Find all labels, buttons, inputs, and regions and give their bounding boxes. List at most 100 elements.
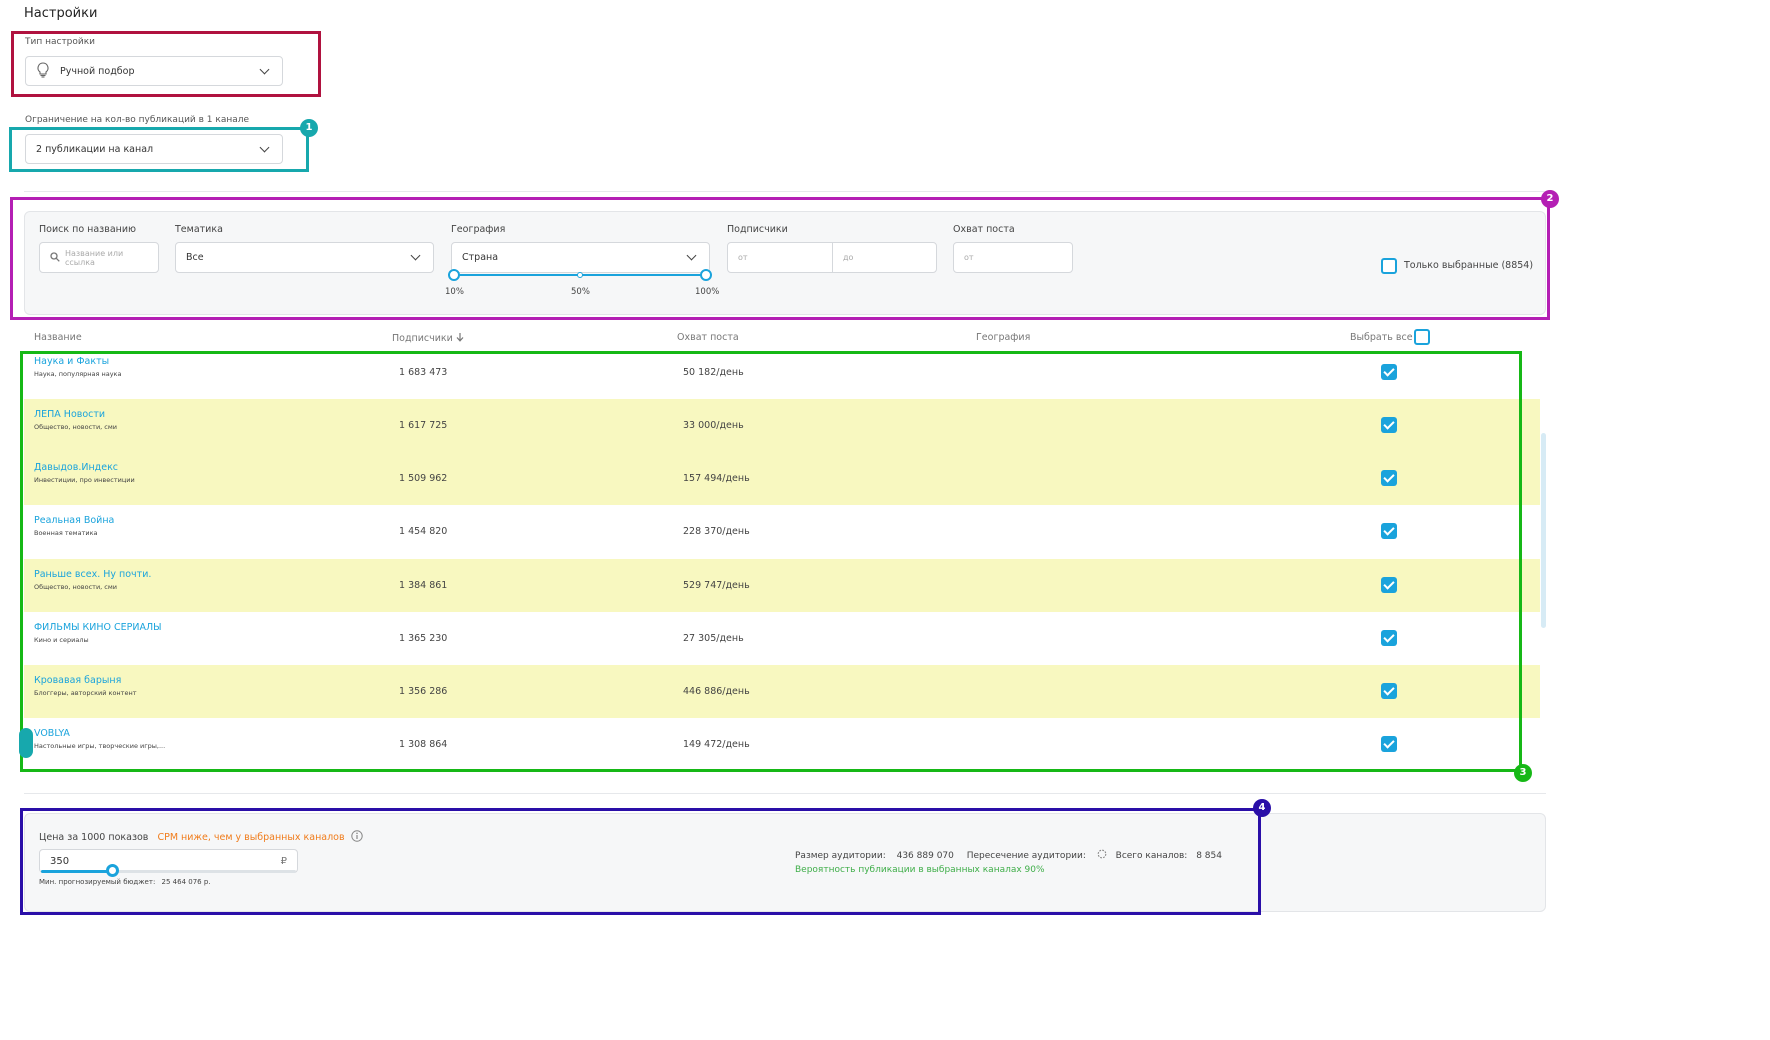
cpm-value: 350 bbox=[50, 855, 70, 867]
setup-type-value: Ручной подбор bbox=[60, 65, 135, 77]
row-select-checkbox[interactable] bbox=[1381, 577, 1397, 593]
row-select-checkbox[interactable] bbox=[1381, 630, 1397, 646]
reach-label: Охват поста bbox=[953, 224, 1015, 235]
annotation-badge: 3 bbox=[1514, 764, 1532, 782]
arrow-down-icon bbox=[456, 332, 464, 345]
search-input[interactable]: Название или ссылка bbox=[39, 242, 159, 273]
row-select-checkbox[interactable] bbox=[1381, 417, 1397, 433]
chevron-down-icon bbox=[686, 250, 697, 261]
divider bbox=[24, 191, 1546, 192]
row-select-checkbox[interactable] bbox=[1381, 364, 1397, 380]
table-row[interactable]: Реальная Война Военная тематика 1 454 820 2… bbox=[24, 505, 1540, 558]
channel-name-link[interactable]: Раньше всех. Ну почти. bbox=[34, 569, 151, 580]
post-reach: 157 494/день bbox=[683, 473, 750, 484]
geo-value: Страна bbox=[462, 252, 499, 263]
post-reach: 228 370/день bbox=[683, 526, 750, 537]
table-row[interactable]: Давыдов.Индекс Инвестиции, про инвестиции… bbox=[24, 452, 1540, 505]
channel-topic: Кино и сериалы bbox=[34, 636, 89, 644]
chevron-down-icon bbox=[410, 250, 421, 261]
limit-select[interactable]: 2 публикации на канал bbox=[25, 134, 283, 164]
audience-summary: Размер аудитории: 436 889 070 Пересечени… bbox=[795, 849, 1222, 862]
table-row[interactable]: Кровавая барыня Блоггеры, авторский конте… bbox=[24, 665, 1540, 718]
column-header-subscribers[interactable]: Подписчики bbox=[392, 332, 464, 345]
table-row[interactable]: ЛЕПА Новости Общество, новости, сми 1 617 … bbox=[24, 399, 1540, 452]
geo-slider-handle-min[interactable] bbox=[448, 269, 460, 281]
channel-topic: Военная тематика bbox=[34, 529, 98, 537]
geo-slider-tick bbox=[577, 272, 583, 278]
post-reach: 529 747/день bbox=[683, 580, 750, 591]
subscribers-count: 1 509 962 bbox=[399, 473, 448, 484]
subscribers-from-input[interactable]: от bbox=[727, 242, 833, 273]
setup-type-label: Тип настройки bbox=[25, 37, 96, 47]
table-row[interactable]: VOBLYA Настольные игры, творческие игры,.… bbox=[24, 718, 1540, 771]
column-header-name[interactable]: Название bbox=[34, 332, 82, 343]
post-reach: 149 472/день bbox=[683, 739, 750, 750]
subscribers-count: 1 384 861 bbox=[399, 580, 448, 591]
geo-slider-label: 50% bbox=[571, 287, 590, 297]
table-row[interactable]: Раньше всех. Ну почти. Общество, новости,… bbox=[24, 559, 1540, 612]
annotation-badge: 4 bbox=[1253, 799, 1271, 817]
channel-name-link[interactable]: ЛЕПА Новости bbox=[34, 409, 105, 420]
total-channels-value: 8 854 bbox=[1196, 851, 1222, 861]
row-select-checkbox[interactable] bbox=[1381, 523, 1397, 539]
cpm-warning: CPM ниже, чем у выбранных каналов bbox=[157, 832, 345, 843]
chevron-down-icon bbox=[259, 142, 270, 152]
info-icon[interactable] bbox=[350, 830, 363, 845]
limit-value: 2 публикации на канал bbox=[36, 143, 154, 155]
topic-select[interactable]: Все bbox=[175, 242, 434, 273]
channel-name-link[interactable]: Наука и Факты bbox=[34, 356, 109, 367]
annotation-badge: 2 bbox=[1541, 190, 1559, 208]
post-reach: 33 000/день bbox=[683, 420, 744, 431]
cpm-slider-fill bbox=[41, 870, 112, 873]
topic-value: Все bbox=[186, 252, 204, 263]
side-handle[interactable] bbox=[19, 728, 33, 758]
topic-label: Тематика bbox=[175, 224, 223, 235]
lightbulb-icon bbox=[36, 61, 60, 81]
only-selected-checkbox[interactable] bbox=[1381, 258, 1397, 274]
subscribers-count: 1 617 725 bbox=[399, 420, 448, 431]
column-header-reach[interactable]: Охват поста bbox=[677, 332, 739, 343]
channel-name-link[interactable]: Кровавая барыня bbox=[34, 675, 121, 686]
column-header-geo[interactable]: География bbox=[976, 332, 1030, 343]
channel-name-link[interactable]: VOBLYA bbox=[34, 728, 70, 739]
select-all-checkbox[interactable] bbox=[1414, 329, 1430, 345]
setup-type-select[interactable]: Ручной подбор bbox=[25, 56, 283, 86]
geo-label: География bbox=[451, 224, 506, 235]
post-reach: 27 305/день bbox=[683, 633, 744, 644]
geo-select[interactable]: Страна bbox=[451, 242, 710, 273]
row-select-checkbox[interactable] bbox=[1381, 736, 1397, 752]
pricing-panel: Цена за 1000 показов CPM ниже, чем у выб… bbox=[24, 813, 1546, 912]
post-reach: 446 886/день bbox=[683, 686, 750, 697]
table-row[interactable]: ФИЛЬМЫ КИНО СЕРИАЛЫ Кино и сериалы 1 365 2… bbox=[24, 612, 1540, 665]
geo-slider-label: 100% bbox=[695, 287, 720, 297]
table-row[interactable]: Наука и Факты Наука, популярная наука 1 68… bbox=[24, 346, 1540, 399]
row-select-checkbox[interactable] bbox=[1381, 683, 1397, 699]
subscribers-count: 1 365 230 bbox=[399, 633, 448, 644]
column-header-subscribers-label: Подписчики bbox=[392, 333, 453, 344]
min-budget-value: 25 464 076 р. bbox=[161, 878, 211, 886]
subscribers-to-placeholder: до bbox=[843, 253, 854, 262]
divider bbox=[24, 793, 1546, 794]
geo-slider-handle-max[interactable] bbox=[700, 269, 712, 281]
reach-from-input[interactable]: от bbox=[953, 242, 1073, 273]
audience-size-label: Размер аудитории: bbox=[795, 851, 886, 861]
channel-name-link[interactable]: Давыдов.Индекс bbox=[34, 462, 118, 473]
subscribers-from-placeholder: от bbox=[738, 253, 748, 262]
channel-topic: Блоггеры, авторский контент bbox=[34, 689, 137, 697]
row-select-checkbox[interactable] bbox=[1381, 470, 1397, 486]
only-selected-label: Только выбранные (8854) bbox=[1404, 260, 1534, 271]
annotation-badge: 1 bbox=[300, 119, 318, 137]
audience-overlap-label: Пересечение аудитории: bbox=[966, 851, 1086, 861]
channel-name-link[interactable]: ФИЛЬМЫ КИНО СЕРИАЛЫ bbox=[34, 622, 162, 633]
table-scrollbar[interactable] bbox=[1541, 433, 1546, 628]
subscribers-to-input[interactable]: до bbox=[832, 242, 937, 273]
channel-topic: Общество, новости, сми bbox=[34, 423, 117, 431]
chevron-down-icon bbox=[259, 64, 270, 74]
cpm-slider-handle[interactable] bbox=[106, 864, 119, 877]
subscribers-label: Подписчики bbox=[727, 224, 788, 235]
channel-name-link[interactable]: Реальная Война bbox=[34, 515, 114, 526]
cpm-label-row: Цена за 1000 показов CPM ниже, чем у выб… bbox=[39, 830, 363, 845]
currency-symbol: ₽ bbox=[280, 855, 287, 867]
subscribers-count: 1 308 864 bbox=[399, 739, 448, 750]
select-all-label: Выбрать все bbox=[1350, 332, 1413, 343]
